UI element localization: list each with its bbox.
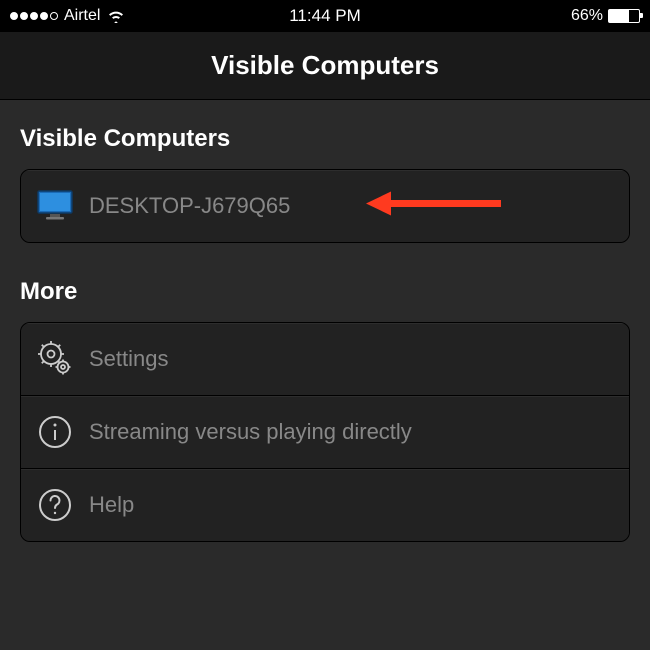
battery-percent-label: 66%: [571, 7, 603, 25]
streaming-info-list-item[interactable]: Streaming versus playing directly: [21, 396, 629, 469]
gear-icon: [37, 341, 73, 377]
clock-label: 11:44 PM: [289, 6, 361, 26]
status-bar-left: Airtel: [10, 7, 126, 25]
page-title: Visible Computers: [211, 50, 439, 81]
visible-computers-list: DESKTOP-J679Q65: [20, 169, 630, 243]
carrier-label: Airtel: [64, 7, 100, 25]
section-header-more: More: [20, 278, 630, 306]
signal-strength-icon: [10, 12, 58, 20]
status-bar: Airtel 11:44 PM 66%: [0, 0, 650, 32]
annotation-arrow-icon: [366, 189, 506, 224]
section-header-visible-computers: Visible Computers: [20, 125, 630, 153]
status-bar-right: 66%: [571, 7, 640, 25]
content: Visible Computers DESKTOP-J679Q65 More: [0, 100, 650, 567]
wifi-icon: [106, 9, 126, 23]
settings-list-item[interactable]: Settings: [21, 323, 629, 396]
info-icon: [37, 414, 73, 450]
help-label: Help: [89, 492, 134, 518]
monitor-icon: [37, 188, 73, 224]
help-icon: [37, 487, 73, 523]
computer-name-label: DESKTOP-J679Q65: [89, 193, 290, 219]
more-list: Settings Streaming versus playing direct…: [20, 322, 630, 542]
computer-list-item[interactable]: DESKTOP-J679Q65: [21, 170, 629, 242]
nav-bar: Visible Computers: [0, 32, 650, 100]
streaming-info-label: Streaming versus playing directly: [89, 419, 412, 445]
help-list-item[interactable]: Help: [21, 469, 629, 541]
battery-icon: [608, 9, 640, 23]
settings-label: Settings: [89, 346, 169, 372]
